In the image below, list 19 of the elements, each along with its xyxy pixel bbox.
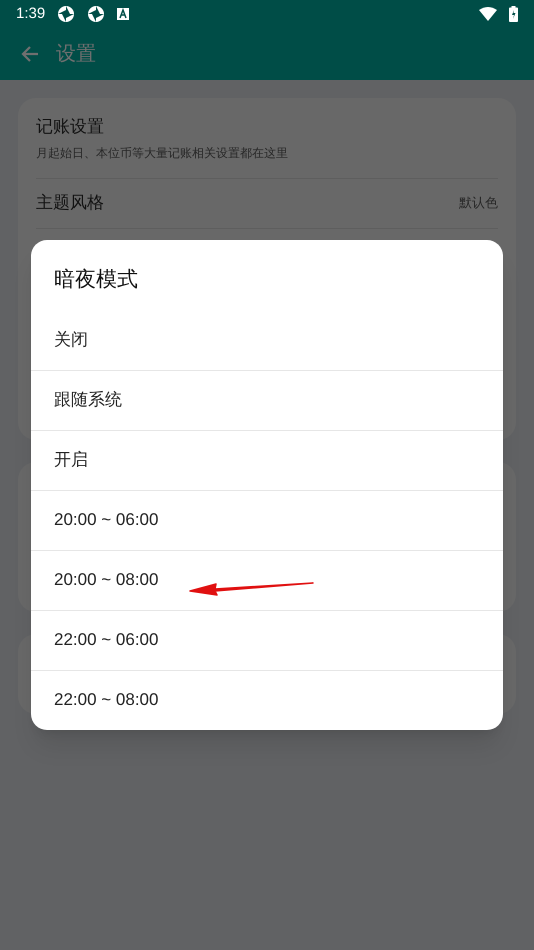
setting-value: 默认色 (459, 194, 498, 212)
section-title: 记账设置 (36, 116, 105, 138)
dialog-option[interactable]: 跟随系统 (31, 370, 503, 430)
dialog-option[interactable]: 22:00 ~ 06:00 (31, 610, 503, 670)
section-subtitle: 月起始日、本位币等大量记账相关设置都在这里 (36, 144, 289, 162)
setting-label: 主题风格 (36, 192, 104, 214)
dialog-option[interactable]: 关闭 (31, 310, 503, 370)
status-time: 1:39 (16, 4, 46, 24)
app-notification-icon (57, 5, 76, 23)
dialog-option[interactable]: 开启 (31, 430, 503, 490)
battery-icon (509, 6, 518, 22)
dialog-option[interactable]: 20:00 ~ 06:00 (31, 490, 503, 550)
page-title: 设置 (56, 42, 96, 67)
back-arrow-icon[interactable] (20, 44, 40, 64)
app-notification-icon (87, 5, 106, 23)
dialog-option[interactable]: 22:00 ~ 08:00 (31, 670, 503, 730)
dialog-title: 暗夜模式 (53, 267, 139, 293)
wifi-icon (479, 7, 497, 21)
keyboard-notification-icon (117, 8, 130, 20)
